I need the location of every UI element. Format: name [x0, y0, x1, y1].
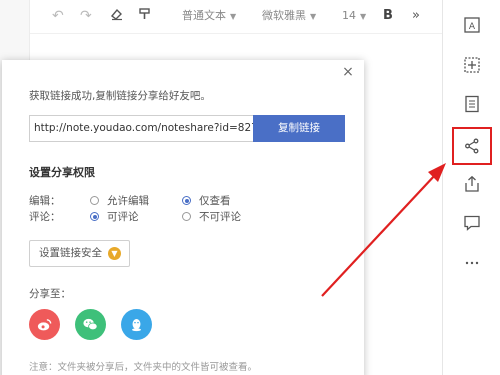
edit-permission-label: 编辑： [29, 195, 61, 207]
comment-icon-graphic [464, 215, 480, 231]
wechat-icon-graphic [83, 318, 98, 331]
document-icon-graphic [465, 95, 479, 113]
permission-section-title: 设置分享权限 [29, 166, 95, 179]
link-security-button[interactable]: 设置链接安全 ▼ [29, 240, 130, 267]
weibo-icon-graphic [37, 319, 52, 331]
radio-view-only-circle [182, 196, 191, 205]
chevron-down-icon: ▼ [230, 12, 237, 21]
comment-icon[interactable] [457, 210, 487, 236]
close-icon[interactable]: × [340, 64, 356, 80]
export-icon-graphic [465, 175, 479, 192]
chevron-down-icon: ▼ [310, 12, 317, 21]
redo-icon[interactable]: ↷ [80, 7, 92, 25]
font-size-value: 14 [342, 9, 356, 22]
font-family-value: 微软雅黑 [262, 9, 306, 22]
radio-no-comment[interactable]: 不可评论 [182, 209, 241, 224]
bold-button[interactable]: B [383, 7, 393, 25]
export-icon[interactable] [457, 171, 487, 197]
share-icon[interactable] [452, 127, 492, 165]
eraser-icon[interactable] [110, 7, 124, 25]
link-security-label: 设置链接安全 [39, 247, 102, 259]
format-painter-icon-graphic [139, 8, 150, 19]
qq-icon[interactable] [121, 309, 152, 340]
qq-icon-graphic [131, 319, 142, 332]
folder-share-note: 注意：文件夹被分享后，文件夹中的文件皆可被查看。 [29, 362, 258, 373]
radio-view-only-label: 仅查看 [199, 195, 231, 207]
comment-permission-label: 评论： [29, 211, 61, 223]
editor-toolbar: ↶ ↷ 普通文本 ▼ 微软雅黑 ▼ 14 ▼ B » [30, 0, 442, 34]
share-to-label: 分享至： [29, 288, 71, 300]
paragraph-style-dropdown[interactable]: 普通文本 ▼ [182, 7, 236, 25]
radio-allow-edit-label: 允许编辑 [107, 195, 149, 207]
undo-icon[interactable]: ↶ [52, 7, 64, 25]
insert-icon[interactable] [457, 52, 487, 78]
font-size-dropdown[interactable]: 14 ▼ [342, 7, 366, 25]
more-icon-graphic [465, 261, 479, 265]
more-icon[interactable] [457, 250, 487, 276]
share-icon-graphic [465, 138, 479, 154]
chevron-down-icon: ▼ [360, 12, 367, 21]
radio-can-comment[interactable]: 可评论 [90, 209, 139, 224]
success-message: 获取链接成功,复制链接分享给好友吧。 [29, 90, 211, 102]
text-box-icon-graphic: A [464, 17, 480, 33]
wechat-icon[interactable] [75, 309, 106, 340]
radio-allow-edit[interactable]: 允许编辑 [90, 193, 149, 208]
radio-can-comment-circle [90, 212, 99, 221]
radio-no-comment-circle [182, 212, 191, 221]
copy-link-button[interactable]: 复制链接 [253, 115, 345, 142]
text-box-icon[interactable]: A [457, 12, 487, 38]
insert-icon-graphic [464, 57, 480, 73]
radio-allow-edit-circle [90, 196, 99, 205]
radio-view-only[interactable]: 仅查看 [182, 193, 231, 208]
right-side-panel: A [442, 0, 500, 375]
weibo-icon[interactable] [29, 309, 60, 340]
share-dialog: × 获取链接成功,复制链接分享给好友吧。 http://note.youdao.… [2, 60, 364, 375]
chevron-down-icon: ▼ [108, 247, 121, 260]
svg-text:A: A [469, 22, 476, 32]
paragraph-style-value: 普通文本 [182, 9, 226, 22]
font-family-dropdown[interactable]: 微软雅黑 ▼ [262, 7, 316, 25]
eraser-icon-graphic [110, 8, 122, 21]
share-link-field[interactable]: http://note.youdao.com/noteshare?id=8277… [29, 115, 255, 142]
radio-can-comment-label: 可评论 [107, 211, 139, 223]
more-tools-button[interactable]: » [412, 7, 420, 25]
format-painter-icon[interactable] [138, 7, 152, 25]
radio-no-comment-label: 不可评论 [199, 211, 241, 223]
document-icon[interactable] [457, 91, 487, 117]
